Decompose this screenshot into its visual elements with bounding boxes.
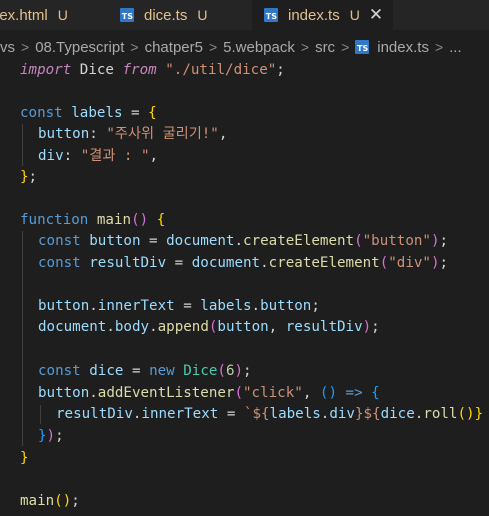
breadcrumb-item[interactable]: 5.webpack: [223, 39, 295, 56]
code-line: main();: [20, 493, 80, 509]
code-line: const button = document.createElement("b…: [38, 233, 449, 249]
indent-guide: [22, 124, 23, 166]
code-editor[interactable]: import Dice from "./util/dice"; const la…: [0, 58, 489, 516]
code-line: button.innerText = labels.button;: [38, 298, 320, 314]
tab-label: lex.html: [0, 6, 48, 24]
untracked-badge: U: [349, 7, 360, 23]
code-line: });: [38, 428, 64, 444]
indent-guide: [40, 405, 41, 424]
code-line: };: [20, 169, 38, 185]
typescript-file-icon: TS: [264, 8, 278, 22]
breadcrumb-more[interactable]: ...: [449, 39, 462, 56]
close-icon[interactable]: ✕: [369, 5, 383, 25]
code-line: const dice = new Dice(6);: [38, 363, 252, 379]
chevron-right-icon: >: [208, 39, 218, 55]
code-line: const resultDiv = document.createElement…: [38, 255, 449, 271]
breadcrumb-item[interactable]: index.ts: [377, 39, 429, 56]
code-line: function main() {: [20, 212, 166, 228]
breadcrumb-item[interactable]: chatper5: [145, 39, 203, 56]
code-line: resultDiv.innerText = `${labels.div}${di…: [56, 406, 484, 422]
breadcrumb-item[interactable]: src: [315, 39, 335, 56]
code-line: button.addEventListener("click", () => {: [38, 385, 380, 401]
breadcrumb: vs > 08.Typescript > chatper5 > 5.webpac…: [0, 36, 489, 58]
chevron-right-icon: >: [130, 39, 139, 55]
untracked-badge: U: [197, 7, 208, 23]
tab-index-html[interactable]: lex.html U: [0, 0, 68, 30]
chevron-right-icon: >: [21, 39, 30, 55]
code-line: }: [20, 450, 29, 466]
tab-index-ts[interactable]: TS index.ts U ✕: [252, 0, 394, 30]
chevron-right-icon: >: [300, 39, 310, 55]
typescript-file-icon: TS: [120, 8, 134, 22]
indent-guide: [22, 231, 23, 446]
code-line: import Dice from "./util/dice";: [20, 62, 285, 78]
chevron-right-icon: >: [434, 39, 444, 55]
tab-label: dice.ts: [144, 6, 188, 24]
code-line: const labels = {: [20, 105, 157, 121]
chevron-right-icon: >: [341, 39, 350, 55]
editor-tab-bar: lex.html U TS dice.ts U TS index.ts U ✕: [0, 0, 489, 30]
breadcrumb-item[interactable]: 08.Typescript: [35, 39, 124, 56]
code-line: button: "주사위 굴리기!",: [38, 126, 228, 142]
code-line: document.body.append(button, resultDiv);: [38, 319, 380, 335]
tab-label: index.ts: [288, 6, 340, 24]
typescript-file-icon: TS: [355, 40, 370, 54]
code-line: div: "결과 : ",: [38, 148, 159, 164]
breadcrumb-item[interactable]: vs: [0, 39, 15, 56]
tab-dice-ts[interactable]: TS dice.ts U: [120, 0, 207, 30]
untracked-badge: U: [57, 7, 68, 23]
